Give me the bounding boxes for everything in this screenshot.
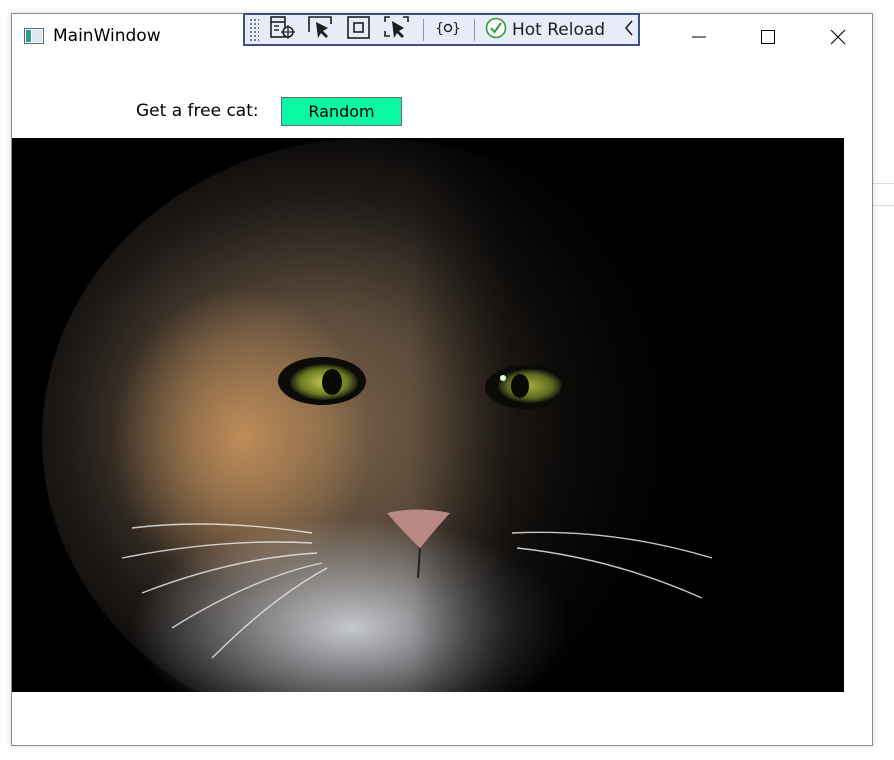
maximize-button[interactable] — [734, 14, 802, 60]
display-layout-adorners-button[interactable] — [343, 15, 375, 44]
app-window-icon — [24, 28, 44, 44]
hot-reload-label: Hot Reload — [512, 19, 606, 40]
track-focus-button[interactable] — [381, 15, 413, 44]
prompt-label: Get a free cat: — [136, 101, 259, 121]
xaml-hot-reload-toolbar: { } Hot Reload — [243, 13, 640, 46]
maximize-icon — [760, 29, 776, 45]
random-button[interactable]: Random — [281, 97, 402, 126]
collapse-chevron-icon — [623, 19, 635, 41]
cat-photo — [12, 138, 844, 692]
select-element-icon — [308, 15, 334, 44]
hot-reload-button[interactable]: Hot Reload — [485, 17, 605, 43]
toolbar-separator — [474, 18, 475, 41]
toolbar-grip[interactable] — [249, 18, 259, 41]
close-icon — [830, 29, 846, 45]
binding-failures-button[interactable]: { } — [432, 16, 464, 44]
hot-reload-check-icon — [485, 17, 507, 43]
collapse-toolbar-button[interactable] — [623, 19, 635, 41]
window-title: MainWindow — [53, 26, 161, 46]
background-line — [873, 183, 894, 184]
main-window: MainWindow Random Get a free cat: — [11, 13, 873, 746]
minimize-icon — [691, 29, 707, 45]
track-focus-icon — [384, 15, 410, 44]
toolbar-separator — [423, 18, 424, 41]
minimize-button[interactable] — [665, 14, 733, 60]
select-element-button[interactable] — [305, 15, 337, 44]
live-visual-tree-icon — [270, 15, 296, 44]
display-layout-adorners-icon — [346, 15, 372, 44]
background-line — [873, 205, 894, 206]
close-button[interactable] — [804, 14, 872, 60]
svg-text:{ }: { } — [435, 21, 460, 37]
live-visual-tree-button[interactable] — [267, 15, 299, 44]
binding-failures-icon: { } — [435, 16, 461, 44]
